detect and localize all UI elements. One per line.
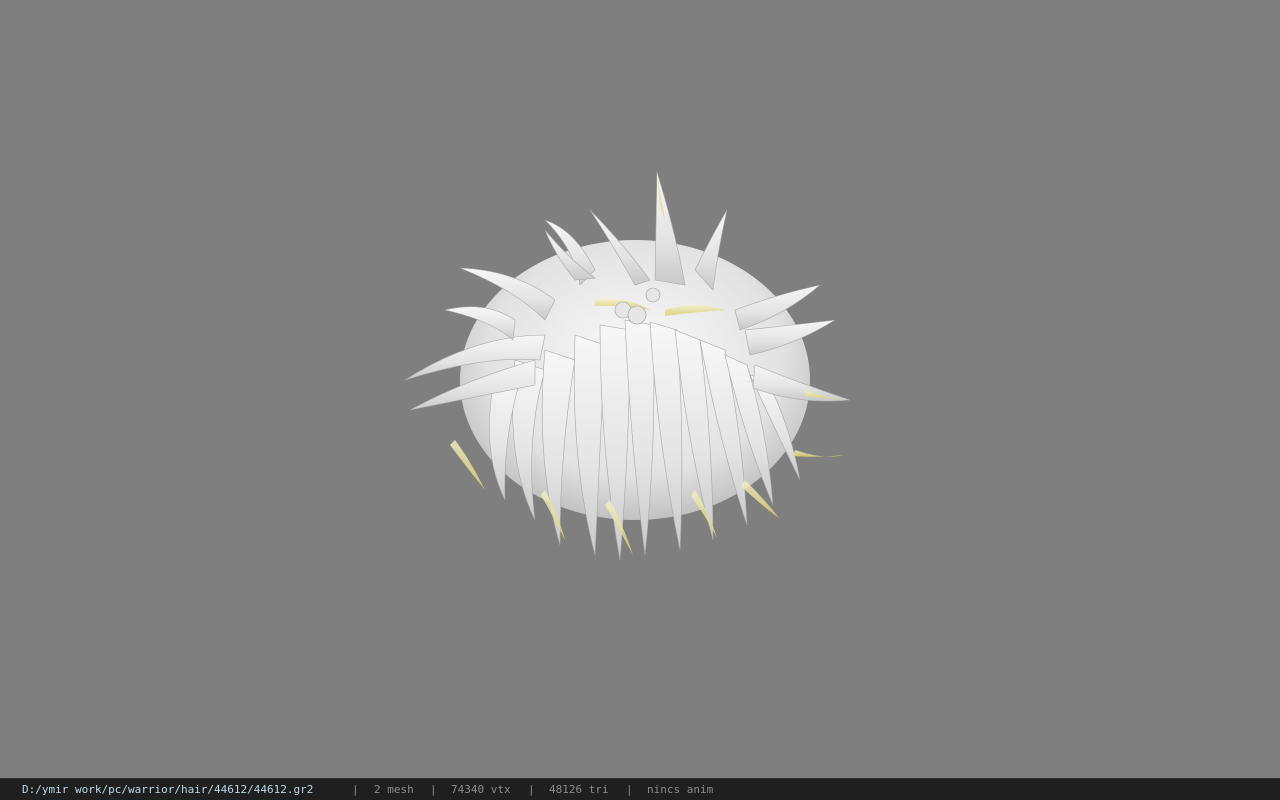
separator: | <box>430 783 437 796</box>
vertex-count: 74340 vtx <box>451 783 511 796</box>
mesh-count: 2 mesh <box>374 783 414 796</box>
separator: | <box>352 783 359 796</box>
status-bar: D:/ymir work/pc/warrior/hair/44612/44612… <box>0 778 1280 800</box>
animation-status: nincs anim <box>647 783 714 796</box>
3d-viewport[interactable] <box>0 0 1280 778</box>
file-path: D:/ymir work/pc/warrior/hair/44612/44612… <box>22 783 314 796</box>
separator: | <box>626 783 633 796</box>
hair-mesh-render[interactable] <box>395 160 865 580</box>
triangle-count: 48126 tri <box>549 783 609 796</box>
separator: | <box>528 783 535 796</box>
